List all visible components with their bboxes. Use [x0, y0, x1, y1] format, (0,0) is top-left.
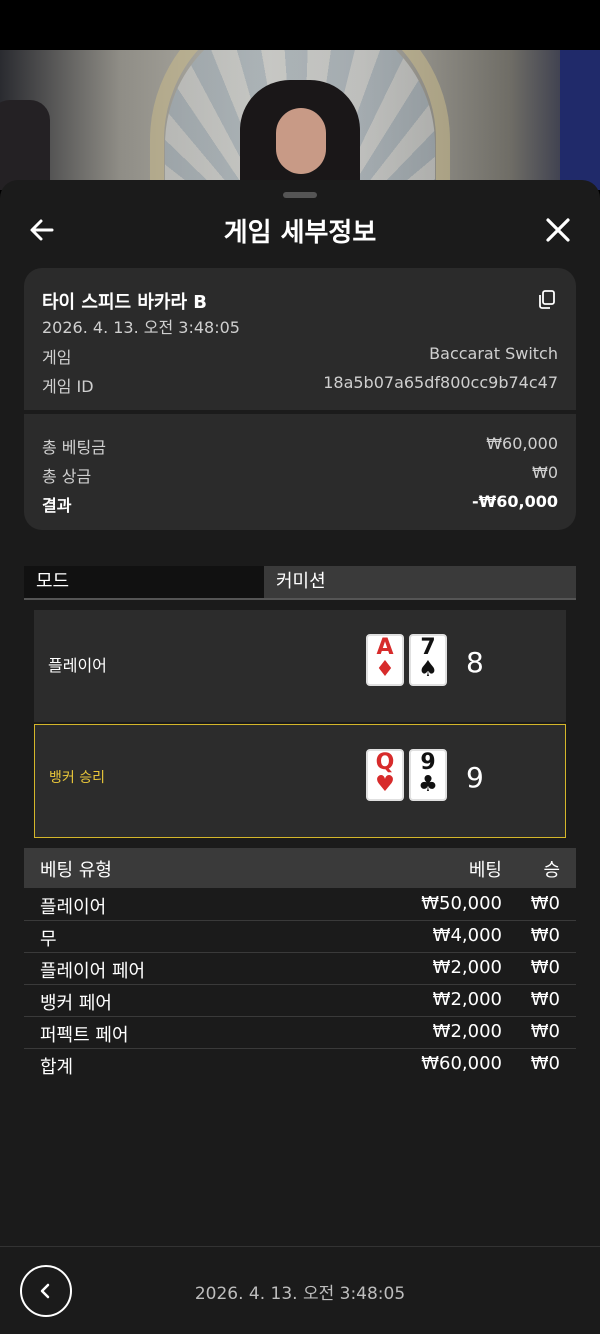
- game-label: 게임: [42, 348, 72, 367]
- total-bet-label: 총 베팅금: [42, 438, 106, 457]
- game-details-sheet: 게임 세부정보 타이 스피드 바카라 B 2026. 4. 13. 오전 3:4…: [0, 180, 600, 1334]
- player-hand: 플레이어 A ♦ 7 ♠ 8: [34, 610, 566, 722]
- copy-icon[interactable]: [536, 288, 558, 310]
- table-row: 뱅커 페어 ₩2,000 ₩0: [24, 985, 576, 1017]
- header-bet: 베팅: [468, 860, 502, 881]
- tab-commission[interactable]: 커미션: [264, 566, 576, 600]
- player-hand-label: 플레이어: [48, 656, 107, 675]
- playing-card: Q ♥: [366, 749, 404, 801]
- playing-card: 9 ♣: [409, 749, 447, 801]
- header-win: 승: [543, 860, 560, 881]
- sheet-header: 게임 세부정보: [0, 210, 600, 250]
- banker-hand-label: 뱅커 승리: [49, 770, 105, 786]
- game-id-label: 게임 ID: [42, 377, 94, 396]
- total-win-label: 총 상금: [42, 467, 92, 486]
- mode-tabs: 모드 커미션: [24, 566, 576, 600]
- table-row: 무 ₩4,000 ₩0: [24, 921, 576, 953]
- game-id-value: 18a5b07a65df800cc9b74c47: [323, 373, 558, 392]
- banker-score: 9: [466, 761, 484, 794]
- result-value: -₩60,000: [471, 492, 558, 511]
- game-datetime: 2026. 4. 13. 오전 3:48:05: [42, 318, 240, 337]
- game-info-card: 타이 스피드 바카라 B 2026. 4. 13. 오전 3:48:05 게임 …: [24, 268, 576, 530]
- table-total-row: 합계 ₩60,000 ₩0: [40, 1053, 560, 1078]
- game-name: 타이 스피드 바카라 B: [42, 292, 207, 313]
- result-label: 결과: [42, 496, 72, 515]
- total-win-value: ₩0: [532, 463, 558, 482]
- footer-datetime: 2026. 4. 13. 오전 3:48:05: [194, 1284, 406, 1304]
- playing-card: 7 ♠: [409, 634, 447, 686]
- drag-handle[interactable]: [283, 192, 317, 198]
- header-bet-type: 베팅 유형: [40, 860, 112, 881]
- banker-hand: 뱅커 승리 Q ♥ 9 ♣ 9: [34, 724, 566, 838]
- divider: [24, 410, 576, 414]
- playing-card: A ♦: [366, 634, 404, 686]
- footer-nav: 2026. 4. 13. 오전 3:48:05: [0, 1246, 600, 1334]
- game-value: Baccarat Switch: [429, 344, 558, 363]
- table-row: 플레이어 페어 ₩2,000 ₩0: [24, 953, 576, 985]
- live-video-feed: [0, 50, 600, 190]
- table-row: 퍼펙트 페어 ₩2,000 ₩0: [24, 1017, 576, 1049]
- close-icon[interactable]: [542, 214, 574, 246]
- page-title: 게임 세부정보: [223, 218, 377, 248]
- table-row: 플레이어 ₩50,000 ₩0: [24, 889, 576, 921]
- bet-table-header: 베팅 유형 베팅 승: [24, 848, 576, 888]
- tab-mode[interactable]: 모드: [24, 566, 264, 600]
- total-bet-value: ₩60,000: [486, 434, 558, 453]
- player-score: 8: [466, 646, 484, 679]
